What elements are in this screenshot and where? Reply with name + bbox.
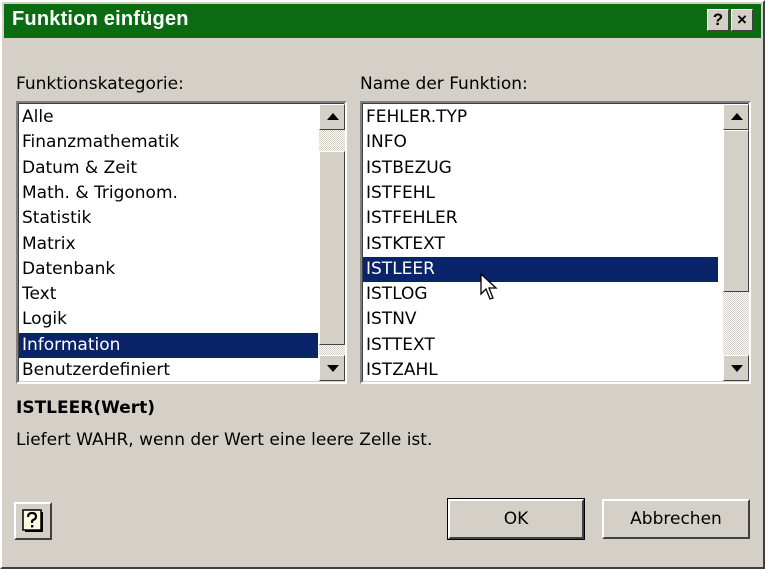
category-list-item[interactable]: Datum & Zeit — [19, 156, 318, 181]
function-listbox[interactable]: FEHLER.TYP INFO ISTBEZUG ISTFEHL ISTFEHLER IS… — [360, 101, 751, 384]
category-list-item[interactable]: Logik — [19, 307, 318, 332]
function-list-item[interactable]: INFO — [363, 130, 718, 155]
function-list-item[interactable]: ISTFEHLER — [363, 206, 718, 231]
function-signature: ISTLEER(Wert) — [16, 398, 156, 418]
function-list-item[interactable]: ISTKTEXT — [363, 232, 718, 257]
function-list-item[interactable]: ISTBEZUG — [363, 156, 718, 181]
arrow-up-icon — [731, 113, 743, 120]
category-label-text: Funktionskategorie: — [16, 74, 184, 94]
category-list-item[interactable]: Datenbank — [19, 257, 318, 282]
category-list-item[interactable]: Finanzmathematik — [19, 130, 318, 155]
category-listbox[interactable]: Alle Finanzmathematik Datum & Zeit Math. & … — [16, 101, 347, 384]
function-scroll-thumb[interactable] — [723, 130, 749, 292]
function-list-item[interactable]: ISTFEHL — [363, 181, 718, 206]
category-scroll-down-button[interactable] — [319, 355, 345, 381]
dialog-title: Funktion einfügen — [12, 8, 189, 30]
category-list-item[interactable]: Benutzerdefiniert — [19, 358, 318, 383]
title-bar[interactable]: Funktion einfügen ? × — [4, 4, 761, 38]
function-list-item[interactable]: ISTNV — [363, 307, 718, 332]
category-list-item[interactable]: Alle — [19, 105, 318, 130]
function-list-item[interactable]: ISTLOG — [363, 282, 718, 307]
function-name-label: Name der Funktion: — [360, 74, 528, 94]
category-list-item[interactable]: Math. & Trigonom. — [19, 181, 318, 206]
help-button[interactable] — [14, 502, 52, 540]
close-button[interactable]: × — [731, 9, 753, 31]
function-scrollbar[interactable] — [723, 104, 749, 381]
category-list-item[interactable]: Statistik — [19, 206, 318, 231]
function-list-item[interactable]: ISTZAHL — [363, 358, 718, 383]
function-scroll-down-button[interactable] — [723, 355, 749, 381]
category-list-item[interactable]: Information — [19, 332, 318, 358]
category-scrollbar[interactable] — [319, 104, 345, 381]
arrow-down-icon — [327, 365, 339, 372]
arrow-up-icon — [327, 113, 339, 120]
question-mark-icon — [22, 509, 43, 532]
function-list-item[interactable]: FEHLER.TYP — [363, 105, 718, 130]
cancel-button[interactable]: Abbrechen — [602, 499, 750, 539]
insert-function-dialog: Funktion einfügen ? × Funktionskategorie… — [0, 0, 765, 569]
function-list-item[interactable]: ISTTEXT — [363, 333, 718, 358]
mouse-pointer-icon — [480, 273, 498, 300]
category-scroll-up-button[interactable] — [319, 104, 345, 130]
category-label: Funktionskategorie: — [16, 74, 184, 94]
ok-button[interactable]: OK — [447, 498, 585, 540]
function-scroll-up-button[interactable] — [723, 104, 749, 130]
category-list-item[interactable]: Matrix — [19, 232, 318, 257]
function-list-item[interactable]: ISTLEER — [363, 256, 718, 282]
category-scroll-thumb[interactable] — [319, 151, 345, 345]
function-description: Liefert WAHR, wenn der Wert eine leere Z… — [16, 430, 433, 450]
help-title-button[interactable]: ? — [707, 9, 729, 31]
function-name-label-text: Name der Funktion: — [360, 74, 528, 94]
category-list-item[interactable]: Text — [19, 282, 318, 307]
arrow-down-icon — [731, 365, 743, 372]
